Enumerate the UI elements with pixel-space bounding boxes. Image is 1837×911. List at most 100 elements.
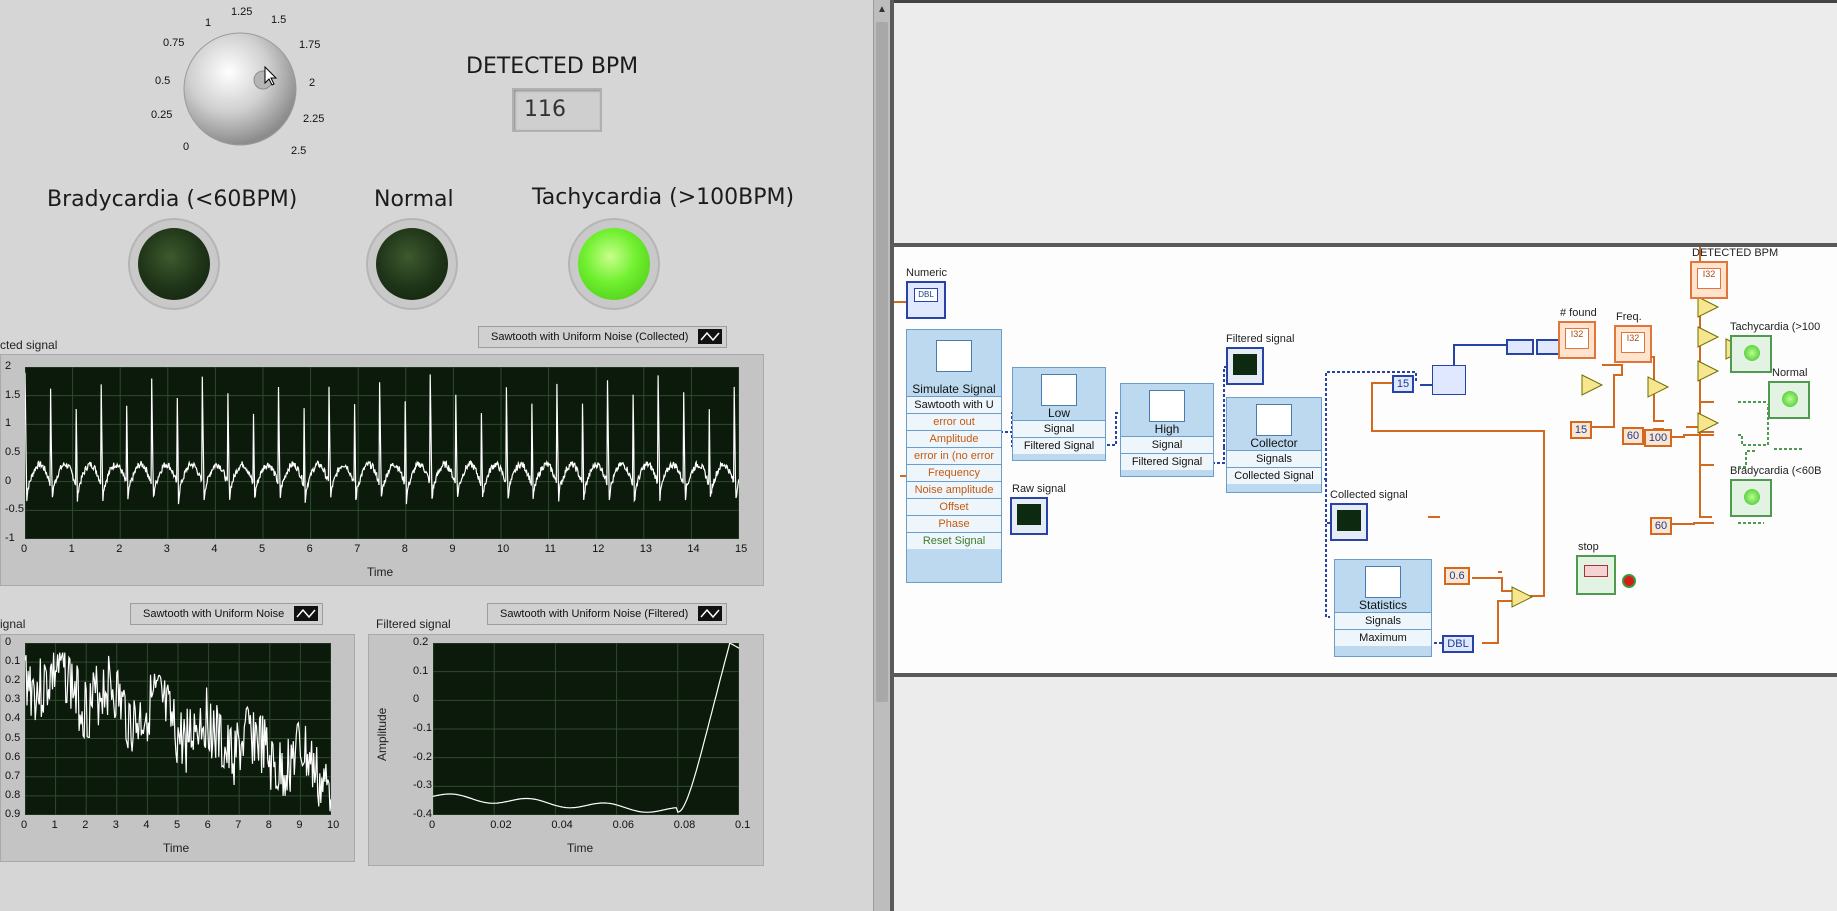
block-diagram-bottom-pane: [894, 677, 1837, 911]
index-array-node[interactable]: [1506, 339, 1534, 355]
constant-100[interactable]: 100: [1644, 429, 1672, 447]
x-tick-label: 12: [592, 543, 605, 555]
legend-line-icon: [294, 606, 319, 621]
raw-signal-terminal[interactable]: [1010, 497, 1048, 535]
low-filter-icon: [1041, 374, 1077, 406]
collector-row[interactable]: Signals: [1227, 450, 1321, 467]
scrollbar-thumb[interactable]: [876, 22, 888, 702]
normal-label: Normal: [374, 187, 454, 212]
low-filter-vi[interactable]: Low Signal Filtered Signal: [1012, 367, 1106, 461]
x-tick-label: 3: [163, 543, 170, 555]
bpm-term: I32: [1697, 268, 1721, 289]
sim-row[interactable]: Reset Signal: [907, 532, 1001, 549]
sim-row[interactable]: Phase: [907, 515, 1001, 532]
filtered-graph[interactable]: 0.2 0.1 0 -0.1 -0.2 -0.3 -0.4 0 0.02 0.04 0.06 0.0…: [368, 634, 764, 866]
raw-waveform: [25, 643, 331, 815]
high-row[interactable]: Signal: [1121, 436, 1213, 453]
found-label: # found: [1560, 307, 1597, 319]
low-filter-title: Low: [1047, 406, 1070, 420]
collector-vi[interactable]: Collector Signals Collected Signal: [1226, 397, 1322, 493]
knob-dial[interactable]: [145, 5, 335, 155]
x-tick-label: 0.04: [551, 819, 573, 831]
statistics-row[interactable]: Signals: [1335, 612, 1431, 629]
scroll-up-icon[interactable]: ▲: [877, 4, 887, 15]
and-wire: [1738, 404, 1769, 446]
x-tick-label: 8: [265, 819, 272, 831]
high-filter-vi[interactable]: High Signal Filtered Signal: [1120, 383, 1214, 477]
x-tick-label: 2: [82, 819, 89, 831]
sim-row[interactable]: Sawtooth with U: [907, 396, 1001, 413]
collected-graph-legend[interactable]: Sawtooth with Uniform Noise (Collected): [478, 326, 728, 348]
low-row[interactable]: Filtered Signal: [1013, 437, 1105, 454]
filtered-signal-term-label: Filtered signal: [1226, 333, 1295, 345]
x-tick-label: 14: [687, 543, 700, 555]
filtered-signal-trace: [433, 643, 739, 813]
freq-label: Freq.: [1616, 311, 1642, 323]
knob-tick-0.5: 0.5: [155, 75, 171, 87]
filtered-plot-area[interactable]: [433, 643, 739, 815]
frequency-knob[interactable]: 0 0.25 0.5 0.75 1 1.25 1.5 1.75 2 2.25 2…: [145, 5, 335, 157]
constant-0.6[interactable]: 0.6: [1444, 567, 1470, 585]
collected-graph[interactable]: 2 1.5 1 0.5 0 -0.5 -1 0 1 2 3 4 5 6 7 8 9 10 11 12 13 14 15 T…: [0, 354, 764, 586]
raw-signal-term-label: Raw signal: [1012, 483, 1066, 495]
high-row[interactable]: Filtered Signal: [1121, 453, 1213, 470]
to-dbl-node[interactable]: DBL: [1442, 635, 1474, 653]
simulate-signal-vi[interactable]: Simulate Signal Sawtooth with U error ou…: [906, 329, 1002, 583]
x-tick-label: 15: [735, 543, 748, 555]
detected-bpm-terminal: I32: [1690, 261, 1728, 299]
filtered-graph-legend[interactable]: Sawtooth with Uniform Noise (Filtered): [487, 603, 728, 625]
sim-row[interactable]: Frequency: [907, 464, 1001, 481]
x-tick-label: 0: [429, 819, 436, 831]
y-tick-label: 1.5: [5, 388, 21, 401]
filtered-waveform: [433, 643, 739, 815]
greater-than-node: [1697, 296, 1720, 318]
constant-60-b[interactable]: 60: [1650, 517, 1672, 535]
normal-term-label: Normal: [1772, 367, 1808, 379]
statistics-row[interactable]: Maximum: [1335, 629, 1431, 646]
x-tick-label: 0.08: [673, 819, 696, 831]
high-filter-title: High: [1154, 422, 1180, 436]
sim-row[interactable]: Amplitude: [907, 430, 1001, 447]
y-tick-label: 0.7: [5, 769, 21, 782]
x-tick-label: 10: [327, 819, 340, 831]
low-row[interactable]: Signal: [1013, 420, 1105, 437]
const-mult-wire: [1472, 577, 1512, 592]
sim-row[interactable]: Offset: [907, 498, 1001, 515]
filtered-signal-terminal[interactable]: [1226, 347, 1264, 385]
raw-graph-legend[interactable]: Sawtooth with Uniform Noise: [130, 603, 324, 625]
stop-terminal[interactable]: [1576, 555, 1616, 595]
y-tick-label: 0.1: [413, 664, 429, 677]
block-diagram: Numeric DBL Simulate Signal Sawtooth wit…: [894, 247, 1837, 673]
sim-row[interactable]: error in (no error: [907, 447, 1001, 464]
numeric-term-icon: DBL: [914, 288, 938, 302]
freq-div-wire: [1602, 364, 1623, 428]
raw-graph[interactable]: 0 0.1 0.2 0.3 0.4 0.5 0.6 0.7 0.8 0.9 0 1 2 3 4 5 6 7 8 9 1…: [0, 634, 355, 862]
multiply-node: [1647, 376, 1670, 398]
stop-term-label: stop: [1578, 541, 1599, 553]
freq-term: I32: [1621, 332, 1645, 353]
sim-row[interactable]: Noise amplitude: [907, 481, 1001, 498]
front-panel-scrollbar[interactable]: ▲: [873, 0, 891, 911]
legend-line-icon: [698, 329, 723, 344]
bradycardia-terminal: [1730, 479, 1772, 517]
peak-detector-vi[interactable]: [1432, 365, 1466, 395]
collected-signal-terminal[interactable]: [1330, 503, 1368, 541]
constant-15[interactable]: 15: [1570, 421, 1592, 439]
constant-60-a[interactable]: 60: [1622, 427, 1644, 445]
statistics-vi[interactable]: Statistics Signals Maximum: [1334, 559, 1432, 657]
statistics-icon: [1365, 566, 1401, 598]
bpm-label: DETECTED BPM: [466, 54, 639, 79]
bpm-indicator: 116: [512, 88, 602, 132]
x-tick-label: 7: [354, 543, 361, 555]
constant-15-blue[interactable]: 15: [1392, 375, 1414, 393]
collected-plot-area[interactable]: [25, 367, 739, 539]
sim-row[interactable]: error out: [907, 413, 1001, 430]
collector-row[interactable]: Collected Signal: [1227, 467, 1321, 484]
numeric-control[interactable]: DBL: [906, 281, 946, 319]
tachycardia-terminal: [1730, 335, 1772, 373]
raw-plot-area[interactable]: [25, 643, 331, 815]
detected-bpm-term-label: DETECTED BPM: [1692, 247, 1779, 259]
stop-icon: [1584, 565, 1608, 577]
normal-led: [376, 228, 448, 300]
x-tick-label: 5: [174, 819, 181, 831]
